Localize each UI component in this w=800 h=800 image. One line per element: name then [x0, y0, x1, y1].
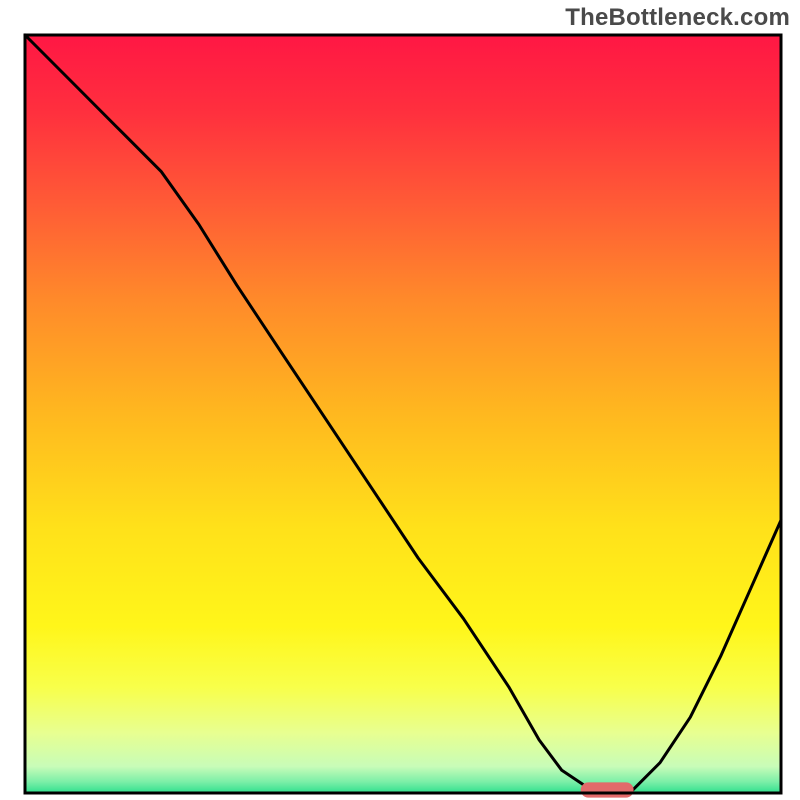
marker-optimal-zone [581, 782, 634, 797]
bottleneck-chart [0, 0, 800, 800]
watermark-text: TheBottleneck.com [565, 4, 790, 32]
chart-container: TheBottleneck.com [0, 0, 800, 800]
